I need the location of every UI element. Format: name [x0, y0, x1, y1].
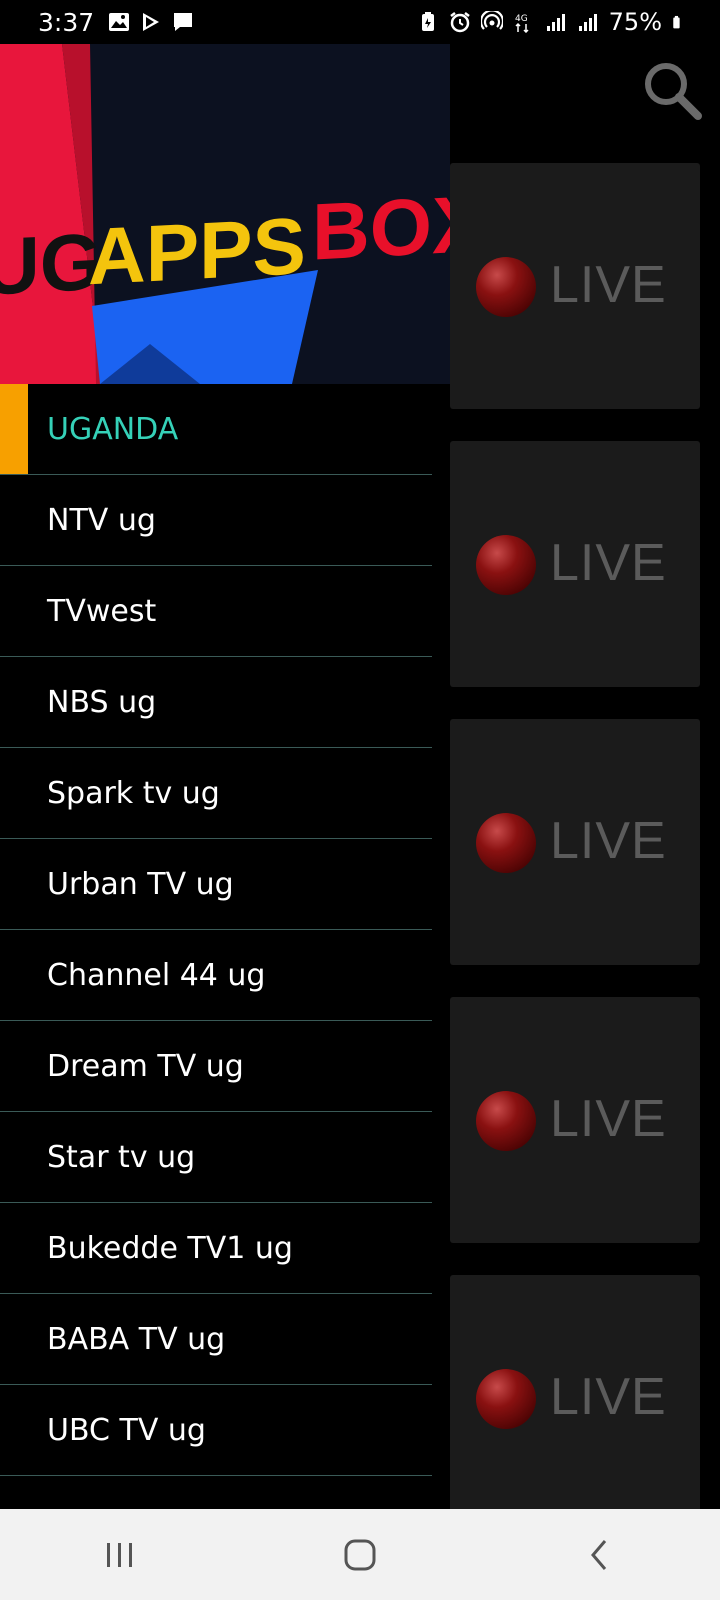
drawer-item-uganda[interactable]: UGANDA: [0, 384, 432, 475]
channel-card[interactable]: LIVE: [450, 1275, 700, 1521]
drawer-item-label: Channel 44 ug: [47, 957, 266, 993]
channel-card[interactable]: LIVE: [450, 441, 700, 687]
drawer-item-label: UBC TV ug: [47, 1412, 206, 1448]
drawer-header-banner: UG APPS BOX: [0, 44, 450, 384]
drawer-item-bukedde-tv1[interactable]: Bukedde TV1 ug: [0, 1203, 432, 1294]
drawer-item-urban-tv[interactable]: Urban TV ug: [0, 839, 432, 930]
drawer-item-ubc-tv[interactable]: UBC TV ug: [0, 1385, 432, 1476]
drawer-item-label: BABA TV ug: [47, 1321, 226, 1357]
drawer-item-baba-tv[interactable]: BABA TV ug: [0, 1294, 432, 1385]
live-indicator-icon: [476, 1091, 536, 1151]
svg-text:4G: 4G: [515, 14, 528, 24]
live-indicator-icon: [476, 257, 536, 317]
drawer-item-channel-44[interactable]: Channel 44 ug: [0, 930, 432, 1021]
system-navigation-bar: [0, 1509, 720, 1600]
live-indicator-icon: [476, 1369, 536, 1429]
live-indicator-icon: [476, 813, 536, 873]
drawer-item-star-tv[interactable]: Star tv ug: [0, 1112, 432, 1203]
recents-icon: [107, 1542, 132, 1567]
battery-saver-icon: [421, 12, 434, 31]
live-label: LIVE: [550, 256, 667, 314]
signal-icon: [546, 14, 565, 31]
drawer-item-ntv[interactable]: NTV ug: [0, 475, 432, 566]
live-label: LIVE: [550, 812, 667, 870]
back-button[interactable]: [560, 1525, 640, 1585]
live-label: LIVE: [550, 534, 667, 592]
selection-indicator: [0, 384, 28, 474]
alarm-icon: [449, 12, 470, 33]
live-label: LIVE: [550, 1090, 667, 1148]
channel-card[interactable]: LIVE: [450, 997, 700, 1243]
logo-text-ug: UG: [0, 217, 102, 312]
drawer-item-tvwest[interactable]: TVwest: [0, 566, 432, 657]
drawer-item-label: Bukedde TV1 ug: [47, 1230, 293, 1266]
drawer-item-label: Star tv ug: [47, 1139, 196, 1175]
drawer-item-dream-tv[interactable]: Dream TV ug: [0, 1021, 432, 1112]
signal-icon: [578, 14, 597, 31]
gallery-icon: [109, 13, 130, 31]
drawer-item-label: TVwest: [47, 593, 157, 629]
drawer-item-label: NBS ug: [47, 684, 157, 720]
logo-text-box: BOX: [312, 179, 450, 277]
drawer-item-label: NTV ug: [47, 502, 156, 538]
drawer-menu-list: UGANDA NTV ug TVwest NBS ug Spark tv ug …: [0, 384, 450, 1476]
drawer-item-label: Dream TV ug: [47, 1048, 244, 1084]
hotspot-icon: [480, 11, 503, 30]
navigation-drawer: UG APPS BOX UGANDA NTV ug TVwest NBS ug …: [0, 44, 450, 1509]
app-logo-banner: UG APPS BOX: [0, 44, 450, 384]
live-indicator-icon: [476, 535, 536, 595]
home-button[interactable]: [320, 1525, 400, 1585]
message-icon: [174, 13, 193, 31]
drawer-item-spark-tv[interactable]: Spark tv ug: [0, 748, 432, 839]
play-store-icon: [143, 13, 160, 31]
status-time: 3:37: [38, 7, 95, 37]
home-icon: [344, 1539, 376, 1570]
back-icon: [591, 1539, 607, 1570]
channel-card[interactable]: LIVE: [450, 163, 700, 409]
channel-card[interactable]: LIVE: [450, 719, 700, 965]
battery-percent: 75%: [608, 8, 662, 36]
drawer-item-label: Spark tv ug: [47, 775, 220, 811]
recents-button[interactable]: [80, 1525, 160, 1585]
live-label: LIVE: [550, 1368, 667, 1426]
search-icon[interactable]: [640, 58, 704, 122]
drawer-item-label: Urban TV ug: [47, 866, 234, 902]
drawer-item-nbs[interactable]: NBS ug: [0, 657, 432, 748]
battery-icon: [673, 15, 680, 29]
logo-text-apps: APPS: [88, 201, 306, 301]
status-bar: 3:37 4G 75%: [0, 0, 720, 44]
4g-data-icon: 4G: [515, 14, 529, 33]
